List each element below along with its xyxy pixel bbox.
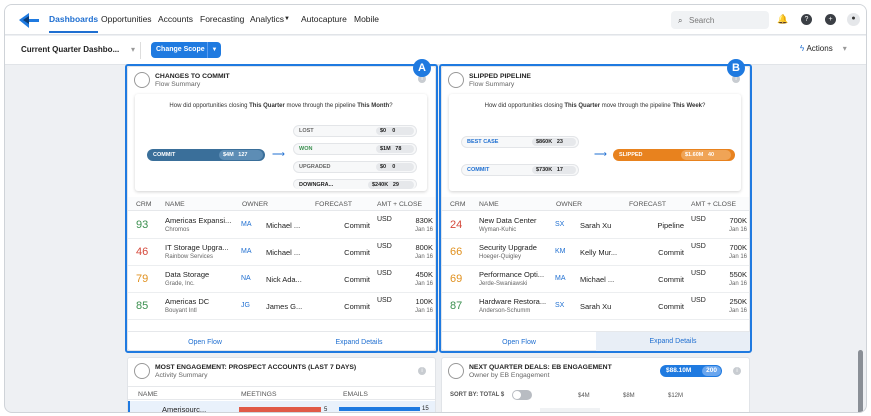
scrollbar[interactable] xyxy=(858,350,863,412)
search-icon: ⌕ xyxy=(678,16,683,25)
nav-analytics[interactable]: Analytics xyxy=(250,14,284,24)
app-window: Dashboards Opportunities Accounts Foreca… xyxy=(4,4,867,413)
chevron-down-icon[interactable]: ▼ xyxy=(207,42,221,58)
card-title: MOST ENGAGEMENT: PROSPECT ACCOUNTS (LAST… xyxy=(155,364,357,371)
axis-tick: $12M xyxy=(668,393,684,399)
highlight-frame-b xyxy=(439,64,752,353)
nav-autocapture[interactable]: Autocapture xyxy=(301,14,347,24)
chevron-down-icon[interactable]: ▼ xyxy=(284,16,290,22)
axis-tick: $4M xyxy=(578,393,590,399)
people-icon xyxy=(134,363,150,379)
nav-opportunities[interactable]: Opportunities xyxy=(101,14,152,24)
highlight-frame-a xyxy=(125,64,438,353)
quarter-selector[interactable]: Current Quarter Dashbo... ▾ xyxy=(15,42,141,59)
nav-mobile[interactable]: Mobile xyxy=(354,14,379,24)
nav-accounts[interactable]: Accounts xyxy=(158,14,193,24)
meetings-bar xyxy=(239,407,321,412)
info-icon[interactable]: i xyxy=(733,367,741,375)
most-engagement-card: MOST ENGAGEMENT: PROSPECT ACCOUNTS (LAST… xyxy=(127,357,436,412)
chevron-down-icon: ▾ xyxy=(130,45,135,54)
actions-button[interactable]: ϟ Actions ▾ xyxy=(800,44,847,53)
info-icon[interactable]: i xyxy=(418,367,426,375)
nav-forecasting[interactable]: Forecasting xyxy=(200,14,244,24)
sort-label: SORT BY: TOTAL $ xyxy=(450,392,505,398)
app-logo-icon[interactable] xyxy=(17,12,41,29)
chart-area xyxy=(540,408,600,412)
search-input[interactable]: ⌕ Search xyxy=(671,11,769,29)
badge-b: B xyxy=(727,59,745,77)
top-navigation: Dashboards Opportunities Accounts Foreca… xyxy=(5,5,866,35)
card-title: NEXT QUARTER DEALS: EB ENGAGEMENT xyxy=(469,364,612,371)
axis-tick: $8M xyxy=(623,393,635,399)
table-row[interactable]: Amerisourc... 5 15 xyxy=(128,401,435,412)
help-icon[interactable]: ? xyxy=(801,14,812,25)
bell-icon[interactable]: 🔔 xyxy=(777,14,788,25)
add-icon[interactable]: + xyxy=(825,14,836,25)
sort-toggle[interactable] xyxy=(512,390,532,400)
chevron-down-icon: ▾ xyxy=(842,44,847,53)
table-header: NAME MEETINGS EMAILS xyxy=(128,386,435,400)
list-icon xyxy=(448,363,464,379)
emails-bar xyxy=(339,407,420,411)
card-subtitle: Activity Summary xyxy=(155,372,208,379)
next-quarter-deals-card: NEXT QUARTER DEALS: EB ENGAGEMENT Owner … xyxy=(441,357,750,412)
nav-dashboards[interactable]: Dashboards xyxy=(49,14,99,33)
card-subtitle: Owner by EB Engagement xyxy=(469,372,550,379)
total-badge: $88.10M 200 xyxy=(660,365,722,377)
avatar[interactable]: ● xyxy=(847,13,860,26)
change-scope-button[interactable]: Change Scope ▼ xyxy=(151,42,221,58)
badge-a: A xyxy=(413,59,431,77)
